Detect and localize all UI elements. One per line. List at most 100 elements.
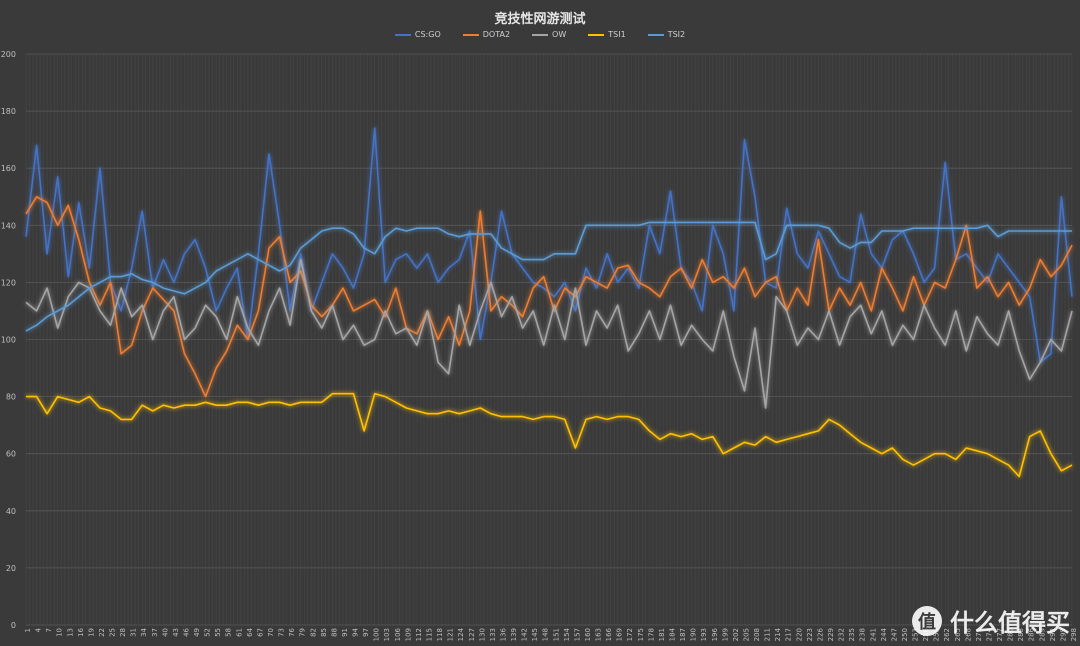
x-tick-label: 241	[869, 628, 877, 641]
x-tick-label: 25	[109, 628, 117, 637]
y-tick-label: 0	[11, 621, 16, 630]
x-tick-label: 100	[373, 628, 381, 641]
x-tick-label: 97	[362, 628, 370, 637]
x-tick-label: 67	[256, 628, 264, 637]
x-tick-label: 121	[447, 628, 455, 641]
chart-root: 竞技性网游测试 CS:GO DOTA2 OW TSI1 TSI2 0 20 40 60 80 10…	[0, 0, 1080, 646]
y-tick-label: 80	[6, 393, 16, 402]
x-tick-label: 178	[647, 628, 655, 641]
x-tick-label: 82	[309, 628, 317, 637]
x-tick-label: 220	[795, 628, 803, 641]
x-tick-label: 181	[658, 628, 666, 641]
y-tick-label: 100	[1, 336, 16, 345]
x-tick-label: 187	[679, 628, 687, 641]
x-tick-label: 31	[130, 628, 138, 637]
x-tick-label: 211	[764, 628, 772, 641]
site-watermark: 值 什么值得买	[912, 603, 1070, 638]
x-tick-label: 16	[77, 627, 85, 636]
x-tick-label: 244	[880, 627, 888, 641]
x-tick-label: 184	[669, 627, 677, 641]
x-tick-label: 229	[827, 628, 835, 641]
x-tick-label: 85	[320, 628, 328, 637]
x-tick-label: 130	[478, 628, 486, 641]
x-tick-label: 106	[394, 627, 402, 641]
watermark-badge-icon: 值	[912, 605, 942, 636]
x-tick-label: 193	[700, 628, 708, 641]
x-tick-label: 133	[489, 628, 497, 641]
x-tick-label: 175	[637, 628, 645, 641]
y-tick-label: 180	[1, 107, 16, 116]
x-tick-label: 148	[542, 628, 550, 641]
x-tick-label: 139	[510, 628, 518, 641]
x-tick-label: 232	[838, 628, 846, 641]
x-tick-label: 28	[119, 628, 127, 637]
x-tick-label: 112	[415, 628, 423, 641]
x-tick-label: 154	[563, 627, 571, 641]
x-tick-label: 151	[552, 628, 560, 641]
x-tick-label: 13	[66, 628, 74, 637]
y-tick-label: 160	[1, 164, 16, 173]
x-tick-label: 49	[193, 628, 201, 637]
x-tick-label: 79	[299, 628, 307, 637]
x-tick-label: 91	[341, 628, 349, 637]
x-tick-label: 73	[278, 628, 286, 637]
x-tick-label: 142	[521, 628, 529, 641]
x-tick-label: 166	[605, 627, 613, 641]
x-tick-label: 46	[182, 627, 190, 636]
x-tick-label: 118	[436, 628, 444, 641]
x-tick-label: 196	[711, 627, 719, 641]
x-tick-label: 223	[806, 628, 814, 641]
y-tick-label: 120	[1, 278, 16, 287]
x-tick-label: 55	[214, 628, 222, 637]
x-tick-label: 205	[742, 628, 750, 641]
y-tick-label: 140	[1, 221, 16, 230]
y-tick-label: 200	[1, 50, 16, 59]
x-tick-label: 37	[151, 628, 159, 637]
x-tick-label: 199	[721, 628, 729, 641]
x-tick-label: 247	[890, 628, 898, 641]
y-tick-label: 60	[6, 450, 16, 459]
x-tick-label: 64	[246, 627, 254, 636]
x-tick-label: 52	[204, 628, 212, 637]
x-tick-label: 70	[267, 628, 275, 637]
x-tick-label: 1	[24, 628, 32, 632]
y-tick-label: 20	[6, 564, 16, 573]
x-tick-label: 10	[56, 628, 64, 637]
plot-area: 0204060801001201401601802001 4 7 10 13 16 19 22…	[1, 50, 1078, 641]
x-tick-label: 214	[774, 627, 782, 641]
x-tick-label: 61	[235, 628, 243, 637]
x-tick-label: 238	[859, 628, 867, 641]
x-tick-label: 298	[1070, 628, 1078, 641]
x-tick-label: 22	[98, 628, 106, 637]
x-tick-label: 103	[383, 628, 391, 641]
series-line-dota2	[25, 196, 1073, 398]
x-tick-label: 163	[595, 628, 603, 641]
x-tick-label: 208	[753, 628, 761, 641]
x-tick-label: 226	[816, 627, 824, 641]
x-tick-label: 217	[785, 628, 793, 641]
x-tick-label: 76	[288, 627, 296, 636]
x-tick-label: 190	[690, 628, 698, 641]
x-tick-label: 145	[531, 628, 539, 641]
x-tick-label: 235	[848, 628, 856, 641]
x-tick-label: 115	[425, 628, 433, 641]
x-tick-label: 202	[732, 628, 740, 641]
x-tick-label: 172	[626, 628, 634, 641]
series-line-tsi1	[26, 392, 1073, 478]
y-tick-label: 40	[6, 507, 16, 516]
x-tick-label: 160	[584, 628, 592, 641]
x-tick-label: 136	[499, 627, 507, 641]
x-tick-label: 157	[573, 628, 581, 641]
series-line-tsi2	[25, 221, 1072, 332]
x-tick-label: 169	[616, 628, 624, 641]
x-tick-label: 94	[352, 627, 360, 636]
x-tick-label: 4	[35, 627, 43, 632]
x-tick-label: 88	[330, 628, 338, 637]
x-tick-label: 43	[172, 628, 180, 637]
x-tick-label: 19	[87, 628, 95, 637]
x-tick-label: 127	[468, 628, 476, 641]
x-tick-label: 124	[457, 627, 465, 641]
x-tick-label: 58	[225, 628, 233, 637]
x-tick-label: 109	[404, 628, 412, 641]
x-tick-label: 34	[140, 627, 148, 636]
